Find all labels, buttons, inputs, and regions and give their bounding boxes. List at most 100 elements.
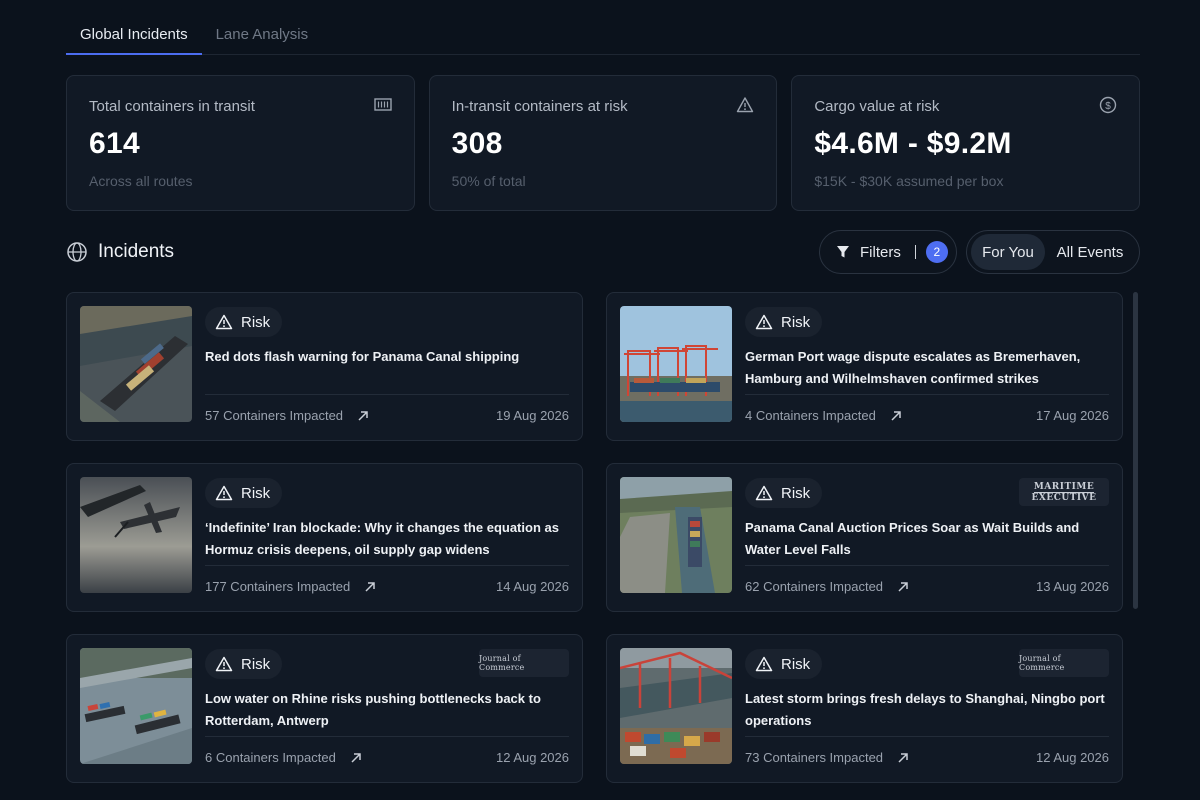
card-divider: [205, 565, 569, 566]
warning-icon: [215, 485, 233, 501]
tab-global-incidents[interactable]: Global Incidents: [66, 18, 202, 55]
arrow-up-right-icon: [351, 752, 361, 763]
source-name: Journal of Commerce: [1019, 654, 1065, 672]
card-divider: [205, 394, 569, 395]
card-divider: [205, 736, 569, 737]
dollar-circle-icon: $: [1099, 96, 1117, 114]
incident-date: 12 Aug 2026: [495, 750, 569, 765]
incident-card[interactable]: Risk German Port wage dispute escalates …: [606, 292, 1123, 441]
warning-icon: [755, 314, 773, 330]
containers-impacted-text: 177 Containers Impacted: [205, 579, 351, 594]
stat-subtext: 50% of total: [451, 173, 526, 189]
stat-label: Total containers in transit: [89, 98, 255, 115]
risk-label: Risk: [781, 655, 811, 673]
incident-headline[interactable]: ‘Indefinite’ Iran blockade: Why it chang…: [205, 517, 565, 561]
warning-icon: [215, 314, 233, 330]
app-root: Global Incidents Lane Analysis Total con…: [0, 0, 1200, 800]
incident-thumbnail: [620, 306, 732, 422]
incident-headline[interactable]: German Port wage dispute escalates as Br…: [745, 346, 1105, 390]
stat-card-cargo-value: Cargo value at risk $4.6M - $9.2M $15K -…: [791, 75, 1141, 211]
incidents-title: Incidents: [98, 241, 175, 262]
incident-date: 19 Aug 2026: [495, 408, 569, 423]
risk-label: Risk: [241, 484, 271, 502]
incident-headline[interactable]: Latest storm brings fresh delays to Shan…: [745, 688, 1105, 732]
tab-bar: Global Incidents Lane Analysis: [66, 18, 1140, 55]
filters-count-badge: 2: [925, 241, 948, 263]
incident-thumbnail: [80, 477, 192, 593]
risk-badge: Risk: [745, 649, 823, 679]
incident-date: 13 Aug 2026: [1035, 579, 1109, 594]
containers-impacted-link[interactable]: 4 Containers Impacted: [745, 408, 902, 423]
incident-date: 12 Aug 2026: [1035, 750, 1109, 765]
incident-thumbnail: [80, 648, 192, 764]
risk-label: Risk: [241, 655, 271, 673]
risk-badge: Risk: [205, 478, 283, 508]
warning-icon: [755, 485, 773, 501]
incidents-header: Incidents Filters 2 For You All Events: [66, 230, 1140, 276]
incident-date: 14 Aug 2026: [495, 579, 569, 594]
arrow-up-right-icon: [358, 410, 368, 421]
globe-icon: [67, 242, 87, 262]
containers-impacted-text: 4 Containers Impacted: [745, 408, 876, 423]
source-logo-journal-of-commerce: Journal of Commerce: [479, 649, 569, 677]
incident-thumbnail: [620, 477, 732, 593]
incident-card[interactable]: Risk Journal of Commerce Latest storm br…: [606, 634, 1123, 783]
stats-row: Total containers in transit 614 Across a…: [66, 75, 1141, 211]
segment-for-you[interactable]: For You: [971, 234, 1045, 270]
source-logo-journal-of-commerce: Journal of Commerce: [1019, 649, 1109, 677]
feed-segmented-control: For You All Events: [966, 230, 1140, 274]
containers-impacted-link[interactable]: 57 Containers Impacted: [205, 408, 369, 423]
containers-impacted-text: 73 Containers Impacted: [745, 750, 884, 765]
incident-headline[interactable]: Red dots flash warning for Panama Canal …: [205, 346, 565, 368]
stat-value: $4.6M - $9.2M: [814, 127, 1012, 160]
filters-divider: [914, 245, 916, 259]
containers-impacted-text: 6 Containers Impacted: [205, 750, 336, 765]
risk-badge: Risk: [745, 478, 823, 508]
segment-all-events[interactable]: All Events: [1045, 234, 1135, 270]
incidents-title-group: Incidents: [66, 241, 174, 263]
filters-button[interactable]: Filters 2: [819, 230, 957, 274]
incident-headline[interactable]: Low water on Rhine risks pushing bottlen…: [205, 688, 565, 732]
source-name: Journal of Commerce: [479, 654, 525, 672]
incident-card[interactable]: Risk ‘Indefinite’ Iran blockade: Why it …: [66, 463, 583, 612]
incident-headline[interactable]: Panama Canal Auction Prices Soar as Wait…: [745, 517, 1105, 561]
risk-label: Risk: [781, 484, 811, 502]
containers-impacted-text: 57 Containers Impacted: [205, 408, 344, 423]
card-divider: [745, 565, 1109, 566]
arrow-up-right-icon: [898, 752, 908, 763]
stat-card-total: Total containers in transit 614 Across a…: [66, 75, 415, 211]
stat-label: In-transit containers at risk: [451, 98, 628, 115]
incident-thumbnail: [620, 648, 732, 764]
containers-impacted-link[interactable]: 73 Containers Impacted: [745, 750, 909, 765]
containers-impacted-link[interactable]: 62 Containers Impacted: [745, 579, 909, 594]
card-divider: [745, 394, 1109, 395]
arrow-up-right-icon: [898, 581, 908, 592]
stat-value: 614: [89, 127, 140, 160]
containers-impacted-link[interactable]: 6 Containers Impacted: [205, 750, 362, 765]
warning-icon: [737, 97, 754, 113]
incidents-scrollbar[interactable]: [1133, 292, 1138, 609]
risk-badge: Risk: [745, 307, 823, 337]
risk-badge: Risk: [205, 307, 283, 337]
incident-card[interactable]: Risk Journal of Commerce Low water on Rh…: [66, 634, 583, 783]
risk-label: Risk: [241, 313, 271, 331]
filter-icon: [837, 246, 849, 258]
container-icon: [373, 98, 392, 111]
arrow-up-right-icon: [891, 410, 901, 421]
containers-impacted-text: 62 Containers Impacted: [745, 579, 884, 594]
source-logo-maritime-executive: MARITIME EXECUTIVE: [1019, 478, 1109, 506]
stat-label: Cargo value at risk: [814, 98, 940, 115]
incident-card[interactable]: Risk Red dots flash warning for Panama C…: [66, 292, 583, 441]
tab-lane-analysis[interactable]: Lane Analysis: [202, 18, 323, 55]
warning-icon: [755, 656, 773, 672]
arrow-up-right-icon: [365, 581, 376, 592]
incident-thumbnail: [80, 306, 192, 422]
incident-card[interactable]: Risk MARITIME EXECUTIVE Panama Canal Auc…: [606, 463, 1123, 612]
card-divider: [745, 736, 1109, 737]
filters-label: Filters: [860, 243, 901, 261]
stat-subtext: $15K - $30K assumed per box: [814, 173, 1004, 189]
containers-impacted-link[interactable]: 177 Containers Impacted: [205, 579, 376, 594]
incident-date: 17 Aug 2026: [1035, 408, 1109, 423]
stat-value: 308: [451, 127, 503, 160]
risk-badge: Risk: [205, 649, 283, 679]
